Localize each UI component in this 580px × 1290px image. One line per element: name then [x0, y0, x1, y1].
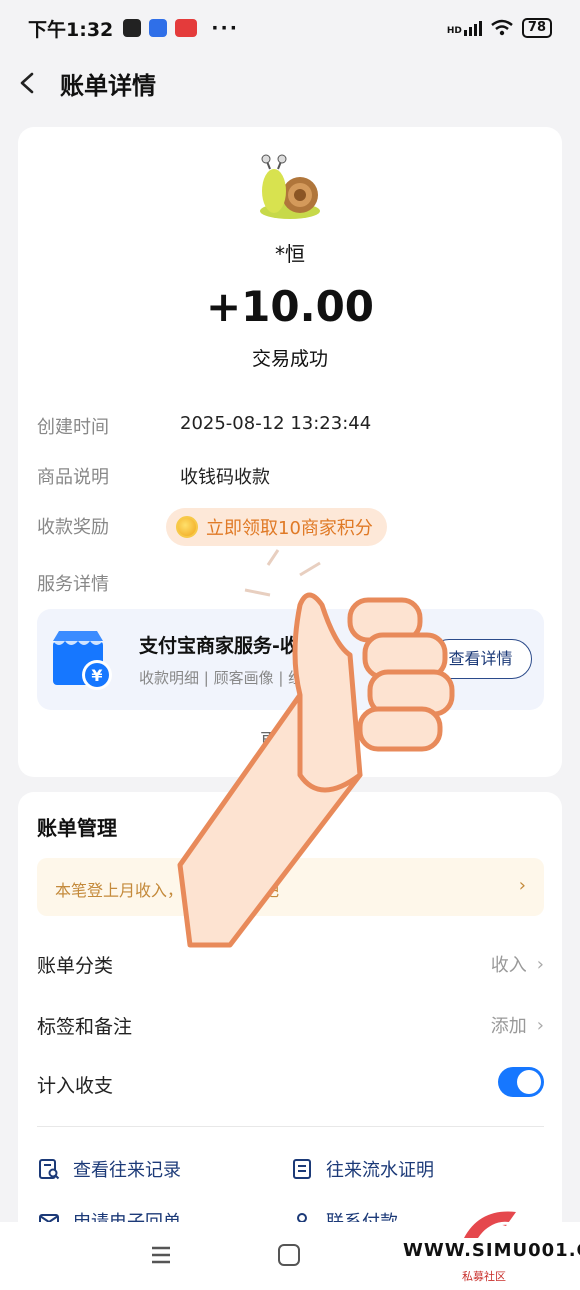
- shop-icon: ¥: [53, 631, 112, 690]
- signal-icon: HD: [447, 20, 482, 36]
- back-arrow-icon[interactable]: [16, 71, 40, 95]
- count-in-budget-label: 计入收支: [37, 1075, 114, 1097]
- status-time: 下午1:32: [28, 18, 114, 41]
- chevron-right-icon: ›: [536, 953, 544, 975]
- snail-avatar: [260, 154, 320, 219]
- app-notification-icon: [149, 19, 168, 37]
- count-in-budget-toggle[interactable]: [498, 1067, 544, 1097]
- tags-notes-value: 添加: [490, 1016, 527, 1037]
- service-title: 支付宝商家服务-收款: [139, 635, 318, 657]
- statement-proof-text: 往来流水证明: [326, 1160, 434, 1181]
- toutiao-icon: [175, 19, 198, 37]
- bill-category-row[interactable]: 收入 ›: [491, 951, 544, 977]
- goods-label: 商品说明: [37, 467, 109, 488]
- watermark-site: WWW.SIMU001.CN: [403, 1240, 580, 1261]
- view-history-text: 查看往来记录: [73, 1160, 181, 1181]
- created-time-label: 创建时间: [37, 417, 109, 438]
- status-right: HD 78: [447, 18, 552, 38]
- service-subtitle: 收款明细 | 顾客画像 | 经营: [139, 669, 319, 687]
- search-record-icon: [39, 1159, 60, 1180]
- tip-text: 本笔登上月收入，去账单分析吧: [55, 881, 280, 900]
- document-icon: [293, 1159, 311, 1179]
- statement-proof-link[interactable]: 往来流水证明: [290, 1156, 434, 1182]
- reward-text: 立即领取10商家积分: [206, 518, 373, 539]
- bill-category-label: 账单分类: [37, 955, 114, 977]
- page-header: 账单详情: [0, 56, 580, 110]
- reward-label: 收款奖励: [37, 517, 109, 538]
- coin-icon: [176, 516, 198, 538]
- home-button[interactable]: [278, 1244, 300, 1266]
- bill-management-title: 账单管理: [37, 816, 117, 840]
- watermark-sub: 私募社区: [462, 1270, 506, 1283]
- transaction-amount: +10.00: [205, 282, 375, 331]
- qq-icon: [123, 19, 142, 37]
- service-details-label: 服务详情: [37, 574, 109, 595]
- chevron-right-icon: ›: [518, 875, 526, 896]
- tags-notes-row[interactable]: 添加 ›: [491, 1012, 544, 1038]
- menu-icon[interactable]: [150, 1244, 172, 1266]
- more-notifications-icon: ···: [211, 17, 239, 39]
- reward-claim-button[interactable]: 立即领取10商家积分: [166, 508, 387, 546]
- payer-name: *恒: [275, 242, 305, 266]
- transaction-status: 交易成功: [251, 348, 328, 370]
- page-title: 账单详情: [60, 71, 156, 100]
- tags-notes-label: 标签和备注: [37, 1016, 133, 1038]
- chevron-right-icon: ›: [536, 1014, 544, 1036]
- svg-text:¥: ¥: [91, 666, 102, 685]
- merchant-service-card[interactable]: ¥ 支付宝商家服务-收款 收款明细 | 顾客画像 | 经营 查看详情: [37, 609, 544, 710]
- wifi-icon: [491, 19, 513, 36]
- toggle-knob: [517, 1070, 541, 1094]
- watermark-logo: [464, 1211, 516, 1238]
- created-time-value: 2025-08-12 13:23:44: [180, 413, 372, 434]
- view-details-button[interactable]: 查看详情: [429, 639, 532, 679]
- analysis-tip-banner[interactable]: 本笔登上月收入，去账单分析吧 ›: [37, 858, 544, 916]
- divider: [37, 1126, 544, 1127]
- more-link[interactable]: 更多: [260, 726, 298, 753]
- view-history-link[interactable]: 查看往来记录: [37, 1156, 181, 1182]
- status-bar: 下午1:32 ··· HD 78: [0, 0, 580, 56]
- bill-category-value: 收入: [490, 955, 527, 976]
- battery-icon: 78: [521, 18, 552, 38]
- goods-value: 收钱码收款: [180, 467, 270, 488]
